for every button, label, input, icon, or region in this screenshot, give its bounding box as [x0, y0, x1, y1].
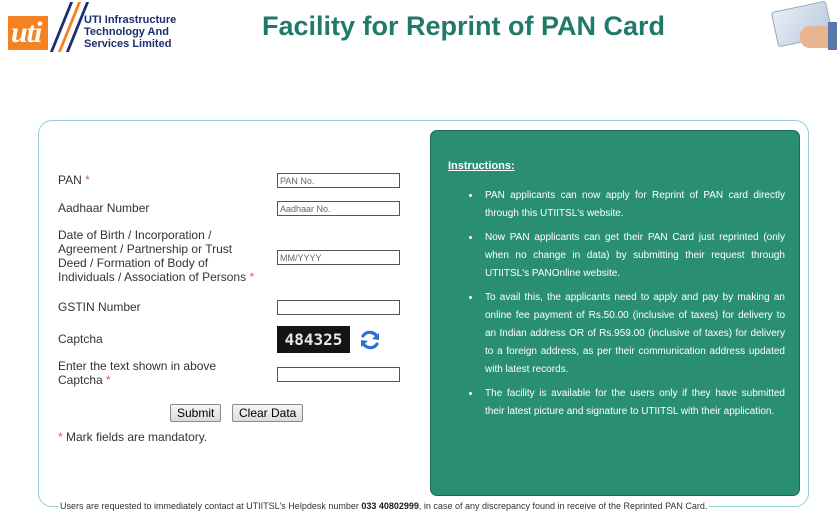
- required-mark: *: [106, 373, 111, 387]
- instructions-title: Instructions:: [448, 160, 515, 172]
- page-title: Facility for Reprint of PAN Card: [262, 11, 666, 41]
- dob-label: Date of Birth / Incorporation / Agreemen…: [58, 228, 255, 284]
- submit-button[interactable]: Submit: [170, 404, 222, 422]
- bullet-icon: [469, 296, 472, 299]
- required-mark: *: [249, 270, 255, 284]
- instructions-panel: Instructions: PAN applicants can now app…: [430, 130, 800, 496]
- gstin-label: GSTIN Number: [58, 300, 141, 314]
- utiitsl-logo: uti UTI Infrastructure Technology And Se…: [8, 2, 178, 54]
- clear-data-button[interactable]: Clear Data: [232, 404, 304, 422]
- gstin-input[interactable]: [277, 300, 400, 315]
- pan-input[interactable]: [277, 173, 400, 188]
- pan-card-image: [770, 0, 837, 50]
- mandatory-note: * Mark fields are mandatory.: [58, 430, 208, 444]
- instruction-item: To avail this, the applicants need to ap…: [455, 289, 785, 379]
- instruction-item: Now PAN applicants can get their PAN Car…: [455, 229, 785, 283]
- instructions-list: PAN applicants can now apply for Reprint…: [455, 187, 785, 427]
- helpdesk-note: Users are requested to immediately conta…: [58, 501, 710, 511]
- page-header: uti UTI Infrastructure Technology And Se…: [0, 0, 837, 62]
- aadhaar-label: Aadhaar Number: [58, 201, 150, 215]
- captcha-label: Captcha: [58, 332, 103, 346]
- refresh-icon[interactable]: [358, 328, 382, 352]
- aadhaar-input[interactable]: [277, 201, 400, 216]
- pan-label: PAN *: [58, 173, 90, 187]
- logo-mark-text: uti: [11, 16, 42, 49]
- instruction-item: The facility is available for the users …: [455, 385, 785, 421]
- captcha-image: 484325: [277, 326, 350, 353]
- bullet-icon: [469, 392, 472, 395]
- logo-org-name: UTI Infrastructure Technology And Servic…: [84, 14, 177, 50]
- required-mark: *: [58, 430, 63, 444]
- bullet-icon: [469, 194, 472, 197]
- captcha-input-label: Enter the text shown in above Captcha *: [58, 359, 217, 387]
- instruction-item: PAN applicants can now apply for Reprint…: [455, 187, 785, 223]
- helpdesk-number: 033 40802999: [361, 501, 419, 511]
- captcha-input[interactable]: [277, 367, 400, 382]
- required-mark: *: [85, 173, 90, 187]
- bullet-icon: [469, 236, 472, 239]
- dob-input[interactable]: [277, 250, 400, 265]
